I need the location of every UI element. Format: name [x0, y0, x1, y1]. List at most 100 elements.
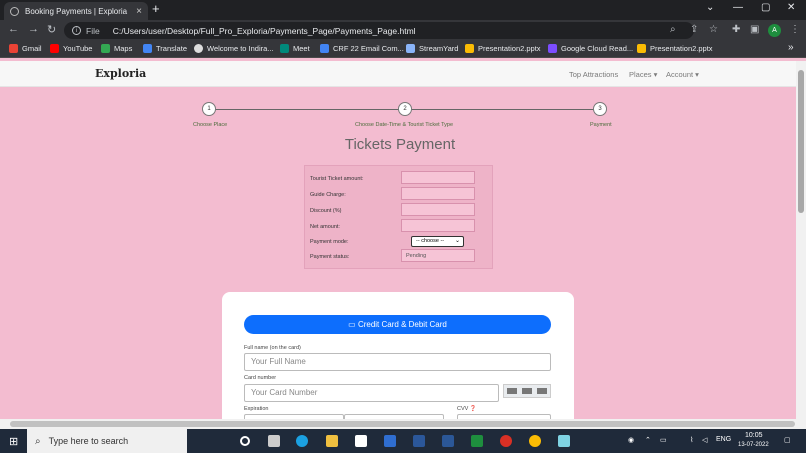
- tab-close-icon[interactable]: ×: [136, 6, 142, 17]
- new-tab-button[interactable]: +: [152, 2, 160, 16]
- chevron-down-icon: ⌄: [454, 238, 460, 244]
- browser-tab[interactable]: Booking Payments | Exploria ×: [4, 2, 148, 20]
- bookmark-item[interactable]: Meet: [280, 44, 310, 53]
- address-bar[interactable]: i File C:/Users/user/Desktop/Full_Pro_Ex…: [64, 22, 694, 39]
- card-brand-icons: [503, 384, 551, 398]
- clock-time[interactable]: 10:05: [745, 432, 763, 439]
- language-indicator[interactable]: ENG: [716, 436, 731, 443]
- bookmark-item[interactable]: Maps: [101, 44, 132, 53]
- browser-tab-strip: Booking Payments | Exploria × + ⌄ — ▢ ✕: [0, 0, 806, 20]
- full-name-input[interactable]: Your Full Name: [244, 353, 551, 371]
- brand-logo[interactable]: Exploria: [95, 67, 146, 80]
- credit-debit-card-tab[interactable]: ▭ Credit Card & Debit Card: [244, 315, 551, 334]
- tab-search-icon[interactable]: ⌄: [706, 2, 714, 13]
- volume-icon[interactable]: ◁: [702, 436, 707, 444]
- nav-account-dropdown[interactable]: Account ▾: [666, 70, 699, 79]
- close-window-icon[interactable]: ✕: [787, 2, 795, 13]
- bookmark-item[interactable]: Presentation2.pptx: [637, 44, 713, 53]
- card-number-input[interactable]: Your Card Number: [244, 384, 499, 402]
- help-circle-icon[interactable]: ❓: [470, 406, 477, 412]
- bookmarks-bar: Gmail YouTube Maps Translate Welcome to …: [0, 41, 806, 58]
- zoom-search-icon[interactable]: ⌕: [670, 24, 676, 35]
- edge-icon[interactable]: [296, 435, 308, 447]
- forward-icon[interactable]: →: [28, 23, 39, 35]
- maximize-icon[interactable]: ▢: [761, 2, 770, 13]
- payment-status-label: Payment status:: [310, 254, 350, 260]
- visa-icon: [506, 388, 517, 394]
- step-1-circle: 1: [202, 102, 216, 116]
- task-view-icon[interactable]: [268, 435, 280, 447]
- chrome-icon[interactable]: [500, 435, 512, 447]
- page-title: Tickets Payment: [344, 136, 456, 153]
- globe-icon: [10, 6, 19, 16]
- translate-icon: [143, 44, 152, 53]
- bookmark-item[interactable]: CRF 22 Email Com...: [320, 44, 404, 53]
- store-icon[interactable]: [355, 435, 367, 447]
- app-icon[interactable]: [442, 435, 454, 447]
- reload-icon[interactable]: ↻: [47, 23, 56, 36]
- windows-start-icon[interactable]: ⊞: [9, 435, 18, 448]
- tab-title: Booking Payments | Exploria: [25, 6, 128, 16]
- slides-icon: [637, 44, 646, 53]
- gmail-icon: [9, 44, 18, 53]
- bookmark-star-icon[interactable]: ☆: [709, 24, 718, 35]
- bookmark-item[interactable]: Google Cloud Read...: [548, 44, 633, 53]
- notepad-icon[interactable]: [558, 435, 570, 447]
- mail-icon[interactable]: [384, 435, 396, 447]
- payment-mode-select[interactable]: -- choose -- ⌄: [411, 236, 464, 247]
- bookmark-item[interactable]: Translate: [143, 44, 187, 53]
- net-amount-label: Net amount:: [310, 224, 340, 230]
- tray-chevron-icon[interactable]: ⌃: [645, 436, 651, 444]
- address-bar-row: ← → ↻ i File C:/Users/user/Desktop/Full_…: [0, 20, 806, 41]
- info-icon[interactable]: i: [72, 26, 81, 35]
- menu-kebab-icon[interactable]: ⋮: [790, 24, 800, 35]
- bookmark-item[interactable]: StreamYard: [406, 44, 458, 53]
- wifi-icon[interactable]: ⌇: [690, 436, 693, 444]
- battery-icon[interactable]: ▭: [660, 436, 667, 444]
- site-navbar: Exploria Top Attractions Places ▾ Accoun…: [0, 61, 796, 87]
- nav-places-dropdown[interactable]: Places ▾: [629, 70, 657, 79]
- payment-status-field: Pending: [401, 249, 475, 262]
- guide-charge-field: [401, 187, 475, 200]
- horizontal-scroll-thumb[interactable]: [10, 421, 795, 427]
- credit-card-icon: ▭: [348, 320, 356, 329]
- ticket-amount-field: [401, 171, 475, 184]
- bookmark-item[interactable]: YouTube: [50, 44, 92, 53]
- search-icon: ⌕: [35, 435, 41, 447]
- extensions-icon[interactable]: ✚: [732, 24, 740, 35]
- bookmark-item[interactable]: Gmail: [9, 44, 42, 53]
- excel-icon[interactable]: [471, 435, 483, 447]
- minimize-icon[interactable]: —: [733, 2, 743, 13]
- file-explorer-icon[interactable]: [326, 435, 338, 447]
- amex-icon: [537, 388, 548, 394]
- payment-mode-value: -- choose --: [416, 238, 445, 244]
- notifications-icon[interactable]: ▢: [784, 436, 791, 444]
- ticket-amount-label: Tourist Ticket amount:: [310, 176, 364, 182]
- bookmarks-overflow-icon[interactable]: »: [788, 42, 794, 53]
- help-icon[interactable]: ◉: [628, 436, 634, 444]
- site-icon: [194, 44, 203, 53]
- clock-date[interactable]: 13-07-2022: [738, 442, 769, 448]
- url-text[interactable]: C:/Users/user/Desktop/Full_Pro_Exploria/…: [113, 26, 416, 36]
- cortana-icon[interactable]: [240, 436, 250, 446]
- full-name-label: Full name (on the card): [244, 345, 301, 351]
- cvv-label: CVV ❓: [457, 406, 477, 412]
- profile-avatar[interactable]: A: [768, 24, 781, 37]
- nav-top-attractions[interactable]: Top Attractions: [569, 70, 618, 79]
- back-icon[interactable]: ←: [8, 23, 19, 35]
- bookmark-item[interactable]: Welcome to Indira...: [194, 44, 274, 53]
- chrome-active-icon[interactable]: [529, 435, 541, 447]
- side-panel-icon[interactable]: ▣: [750, 24, 759, 35]
- bookmark-item[interactable]: Presentation2.pptx: [465, 44, 541, 53]
- vertical-scroll-thumb[interactable]: [798, 70, 804, 213]
- word-icon[interactable]: [413, 435, 425, 447]
- card-number-label: Card number: [244, 375, 277, 381]
- discount-field: [401, 203, 475, 216]
- step-1-label: Choose Place: [193, 122, 228, 128]
- guide-charge-label: Guide Charge:: [310, 192, 346, 198]
- taskbar-search-box[interactable]: ⌕ Type here to search: [27, 429, 187, 453]
- payment-mode-label: Payment mode:: [310, 239, 349, 245]
- meet-icon: [280, 44, 289, 53]
- share-icon[interactable]: ⇪: [690, 24, 698, 35]
- youtube-icon: [50, 44, 59, 53]
